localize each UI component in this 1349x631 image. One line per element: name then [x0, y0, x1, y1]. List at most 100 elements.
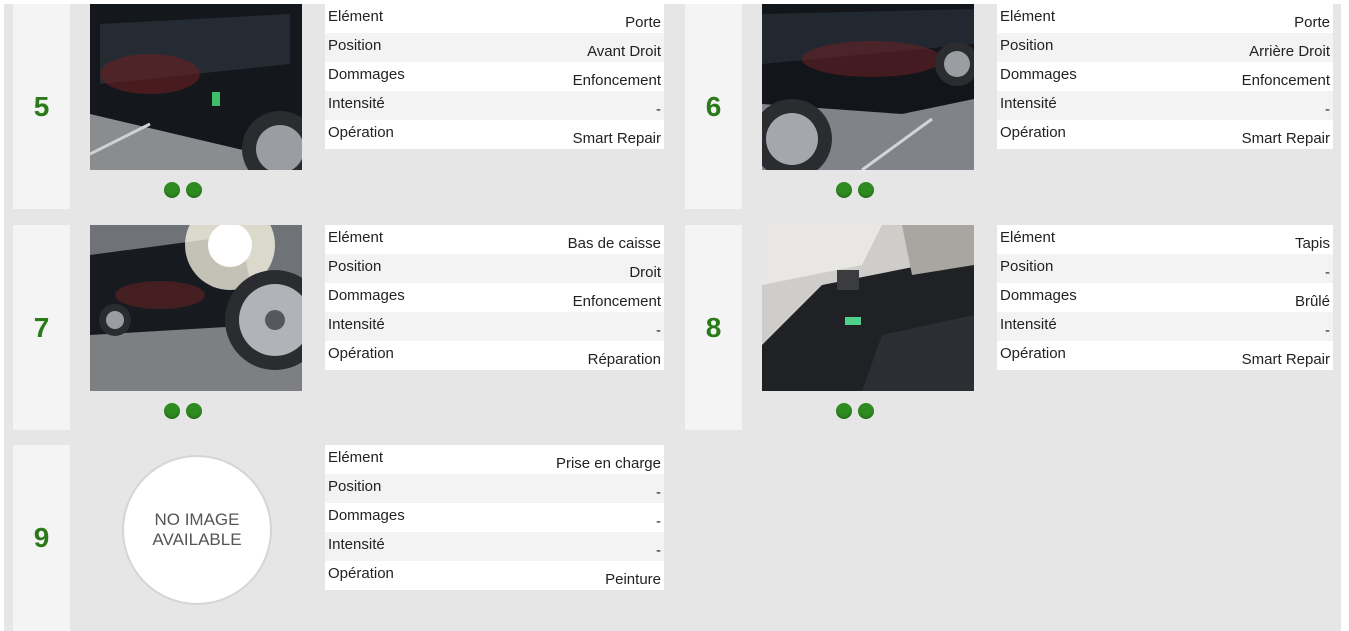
- detail-label: Dommages: [328, 507, 405, 524]
- photo-dot-1[interactable]: [164, 403, 180, 419]
- photo-dot-2[interactable]: [186, 403, 202, 419]
- detail-row-dommages: Dommages Brûlé: [997, 283, 1333, 312]
- damage-number: 7: [33, 311, 50, 343]
- detail-value: Brûlé: [1294, 293, 1330, 310]
- detail-value: Porte: [1294, 14, 1330, 31]
- detail-label: Intensité: [328, 316, 385, 333]
- card-number-column: 5: [13, 4, 70, 209]
- detail-row-element: Elément Tapis: [997, 225, 1333, 254]
- no-image-placeholder: NO IMAGE AVAILABLE: [90, 445, 302, 611]
- photo-carousel-dots: [836, 403, 874, 419]
- detail-value: -: [656, 322, 661, 339]
- damage-card-5: 5 Elément Porte Position Avant Droit Domma…: [4, 4, 676, 209]
- detail-row-position: Position -: [325, 474, 664, 503]
- detail-label: Dommages: [328, 287, 405, 304]
- detail-row-operation: Opération Smart Repair: [997, 120, 1333, 149]
- detail-row-position: Position Arrière Droit: [997, 33, 1333, 62]
- detail-value: -: [656, 101, 661, 118]
- damage-photo[interactable]: [762, 4, 974, 170]
- photo-carousel-dots: [836, 182, 874, 198]
- detail-label: Opération: [1000, 345, 1066, 362]
- detail-label: Dommages: [1000, 66, 1077, 83]
- detail-value: Réparation: [587, 351, 661, 368]
- detail-value: Droit: [629, 264, 661, 281]
- detail-row-intensite: Intensité -: [325, 532, 664, 561]
- detail-label: Elément: [328, 229, 384, 246]
- damage-card-6: 6 Elément Porte Position Arrière Droit Dom…: [676, 4, 1341, 209]
- detail-value: Porte: [625, 14, 661, 31]
- detail-row-dommages: Dommages Enfoncement: [325, 283, 664, 312]
- detail-row-position: Position Avant Droit: [325, 33, 664, 62]
- photo-carousel-dots: [164, 182, 202, 198]
- damage-card-9: 9 NO IMAGE AVAILABLE Elément Prise en cha…: [4, 445, 676, 631]
- damage-details: Elément Porte Position Arrière Droit Domma…: [997, 4, 1333, 149]
- detail-value: Smart Repair: [572, 130, 661, 147]
- detail-row-position: Position Droit: [325, 254, 664, 283]
- detail-value: Peinture: [605, 571, 661, 588]
- detail-label: Elément: [1000, 8, 1056, 25]
- card-number-column: 8: [685, 225, 742, 430]
- detail-value: -: [1325, 322, 1330, 339]
- detail-label: Dommages: [1000, 287, 1077, 304]
- card-number-column: 9: [13, 445, 70, 631]
- detail-row-intensite: Intensité -: [325, 91, 664, 120]
- detail-label: Opération: [328, 345, 394, 362]
- photo-dot-2[interactable]: [858, 403, 874, 419]
- damage-photo[interactable]: [90, 4, 302, 170]
- detail-value: Avant Droit: [587, 43, 661, 60]
- detail-label: Position: [328, 258, 382, 275]
- photo-dot-2[interactable]: [858, 182, 874, 198]
- detail-row-intensite: Intensité -: [325, 312, 664, 341]
- detail-row-element: Elément Bas de caisse: [325, 225, 664, 254]
- detail-label: Elément: [1000, 229, 1056, 246]
- detail-row-element: Elément Prise en charge: [325, 445, 664, 474]
- detail-row-operation: Opération Smart Repair: [997, 341, 1333, 370]
- detail-value: Smart Repair: [1241, 130, 1330, 147]
- detail-row-intensite: Intensité -: [997, 91, 1333, 120]
- photo-dot-1[interactable]: [164, 182, 180, 198]
- photo-dot-1[interactable]: [836, 182, 852, 198]
- photo-dot-1[interactable]: [836, 403, 852, 419]
- no-image-badge: NO IMAGE AVAILABLE: [122, 455, 272, 605]
- card-number-column: 6: [685, 4, 742, 209]
- detail-value: Smart Repair: [1241, 351, 1330, 368]
- detail-label: Elément: [328, 8, 384, 25]
- detail-value: Arrière Droit: [1249, 43, 1330, 60]
- detail-value: Enfoncement: [1241, 72, 1330, 89]
- detail-value: -: [656, 484, 661, 501]
- detail-label: Intensité: [1000, 316, 1057, 333]
- damage-photo[interactable]: [90, 225, 302, 391]
- detail-label: Opération: [1000, 124, 1066, 141]
- card-number-column: 7: [13, 225, 70, 430]
- damage-photo[interactable]: [762, 225, 974, 391]
- detail-label: Opération: [328, 124, 394, 141]
- detail-value: -: [656, 542, 661, 559]
- damage-details: Elément Prise en charge Position - Dommage…: [325, 445, 664, 590]
- damage-details: Elément Porte Position Avant Droit Dommage…: [325, 4, 664, 149]
- detail-label: Position: [328, 478, 382, 495]
- detail-value: -: [1325, 264, 1330, 281]
- detail-row-operation: Opération Smart Repair: [325, 120, 664, 149]
- detail-row-operation: Opération Peinture: [325, 561, 664, 590]
- damage-number: 8: [705, 311, 722, 343]
- damage-details: Elément Bas de caisse Position Droit Domma…: [325, 225, 664, 370]
- detail-label: Dommages: [328, 66, 405, 83]
- damage-card-7: 7 Elément Bas de caisse Position Droit D…: [4, 225, 676, 430]
- detail-label: Opération: [328, 565, 394, 582]
- detail-row-dommages: Dommages -: [325, 503, 664, 532]
- detail-value: Prise en charge: [555, 455, 661, 472]
- detail-row-element: Elément Porte: [325, 4, 664, 33]
- photo-carousel-dots: [164, 403, 202, 419]
- detail-label: Position: [1000, 258, 1054, 275]
- no-image-text: AVAILABLE: [152, 530, 242, 549]
- detail-label: Intensité: [328, 95, 385, 112]
- detail-label: Intensité: [1000, 95, 1057, 112]
- damage-number: 9: [33, 522, 50, 553]
- photo-dot-2[interactable]: [186, 182, 202, 198]
- damage-details: Elément Tapis Position - Dommages Brûlé Int…: [997, 225, 1333, 370]
- detail-value: Tapis: [1294, 235, 1330, 252]
- detail-label: Position: [1000, 37, 1054, 54]
- detail-label: Position: [328, 37, 382, 54]
- detail-row-element: Elément Porte: [997, 4, 1333, 33]
- detail-value: Bas de caisse: [567, 235, 661, 252]
